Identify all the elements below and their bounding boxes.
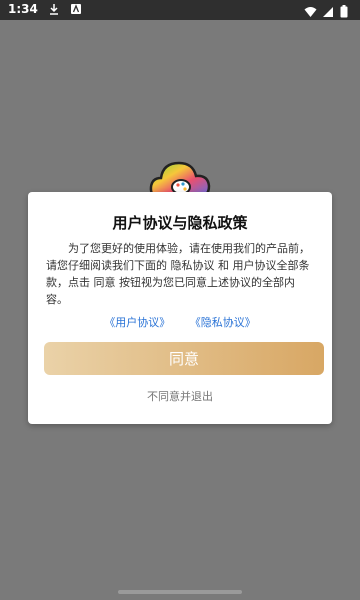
app-notification-icon	[70, 3, 82, 15]
agreement-links: 《用户协议》 《隐私协议》	[28, 314, 332, 330]
agree-button[interactable]: 同意	[44, 342, 324, 375]
dialog-title: 用户协议与隐私政策	[112, 214, 248, 232]
status-time: 1:34	[8, 2, 38, 16]
home-indicator[interactable]	[118, 590, 242, 594]
disagree-exit-link[interactable]: 不同意并退出	[28, 388, 332, 404]
wifi-icon	[304, 3, 317, 17]
privacy-dialog: 用户协议与隐私政策 为了您更好的使用体验，请在使用我们的产品前，请您仔细阅读我们…	[28, 192, 332, 424]
status-bar: 1:34	[0, 0, 360, 20]
privacy-agreement-link[interactable]: 《隐私协议》	[190, 316, 256, 329]
battery-icon	[340, 3, 352, 18]
dialog-body-text: 为了您更好的使用体验，请在使用我们的产品前，请您仔细阅读我们下面的 隐私协议 和…	[46, 242, 310, 306]
dialog-body: 为了您更好的使用体验，请在使用我们的产品前，请您仔细阅读我们下面的 隐私协议 和…	[46, 240, 316, 308]
signal-icon	[322, 3, 334, 17]
user-agreement-link[interactable]: 《用户协议》	[104, 316, 170, 329]
download-icon	[48, 3, 60, 15]
